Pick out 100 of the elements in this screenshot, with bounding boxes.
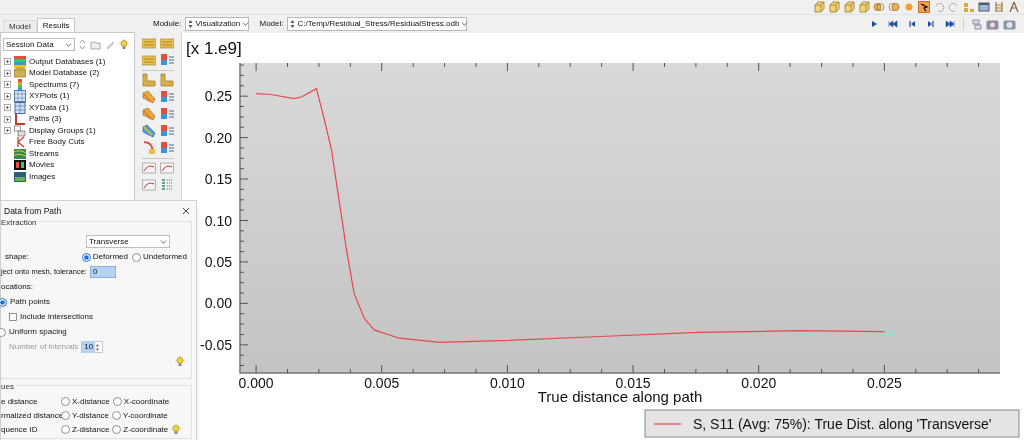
x-tick-label: 0.005 — [364, 375, 400, 391]
radio-button[interactable] — [61, 411, 70, 420]
tool-icon[interactable] — [142, 53, 156, 67]
tree-item[interactable]: Model Database (2) — [29, 67, 100, 80]
tool-icon[interactable] — [160, 124, 174, 138]
tool-icon[interactable] — [160, 178, 174, 192]
checkbox[interactable] — [9, 313, 17, 321]
overlapping-circles-icon[interactable] — [873, 1, 885, 13]
expand-icon[interactable] — [4, 69, 11, 77]
tool-icon[interactable] — [160, 36, 174, 50]
tree-item[interactable]: Streams — [29, 147, 59, 160]
expand-icon[interactable] — [4, 58, 11, 66]
y-tick-label: 0.10 — [204, 212, 232, 229]
module-dropdown[interactable]: Visualization — [185, 17, 250, 31]
y-tick-label: 0.20 — [204, 129, 232, 146]
tree-item[interactable]: Movies — [29, 159, 55, 172]
radio-button[interactable] — [112, 425, 122, 434]
tree-item[interactable]: Images — [29, 170, 56, 183]
caret-icon — [65, 41, 72, 48]
redo-icon[interactable] — [948, 1, 960, 13]
skip-to-start-icon[interactable] — [888, 19, 898, 29]
radio-button[interactable] — [131, 252, 141, 262]
tool-icon[interactable] — [142, 107, 156, 121]
overlapping-circles-icon[interactable] — [888, 1, 900, 13]
tool-icon[interactable] — [160, 73, 174, 87]
field-label: shape: — [4, 251, 31, 263]
cursor-icon[interactable] — [918, 1, 930, 13]
ladder-icon[interactable] — [993, 1, 1005, 13]
tool-icon[interactable] — [142, 124, 156, 138]
section-heading: Extraction — [1, 217, 39, 229]
radio-button[interactable] — [112, 397, 122, 406]
intervals-spinner: 10 — [81, 341, 104, 353]
lightbulb-icon[interactable] — [175, 356, 185, 367]
cube-icon[interactable] — [813, 1, 825, 13]
tool-icon[interactable] — [142, 90, 156, 104]
cube-icon[interactable] — [858, 1, 870, 13]
tool-icon[interactable] — [160, 107, 174, 121]
window-icon[interactable] — [978, 1, 990, 13]
tool-icon[interactable] — [142, 73, 156, 87]
lightbulb-icon[interactable] — [119, 39, 129, 50]
expand-icon[interactable] — [4, 81, 11, 89]
x-tick-label: 0.010 — [489, 375, 525, 391]
expand-icon[interactable] — [4, 115, 11, 123]
step-forward-icon[interactable] — [926, 19, 936, 29]
tool-icon[interactable] — [142, 178, 156, 192]
tree-item-icon — [14, 136, 26, 149]
radio-button[interactable] — [61, 425, 70, 434]
radio-button[interactable] — [81, 252, 91, 262]
pencil-icon[interactable] — [105, 39, 115, 50]
tree-item-icon — [14, 159, 26, 172]
scale-factor-label: [x 1.e9] — [186, 39, 242, 58]
tree-item[interactable]: Free Body Cuts — [29, 136, 85, 149]
panel-tab[interactable]: Model — [3, 20, 37, 32]
legend: S, S11 (Avg: 75%): True Dist. along 'Transverse' — [644, 409, 1020, 438]
tree-item[interactable]: Display Groups (1) — [29, 124, 96, 137]
cube-icon[interactable] — [843, 1, 855, 13]
tool-icon[interactable] — [142, 141, 156, 155]
radio-button[interactable] — [112, 411, 122, 420]
step-back-icon[interactable] — [907, 19, 917, 29]
folder-icon[interactable] — [90, 39, 101, 50]
tool-icon[interactable] — [142, 36, 156, 50]
x-axis-label: True distance along path — [537, 388, 703, 405]
tolerance-field[interactable]: 0 — [89, 266, 116, 278]
expand-icon[interactable] — [4, 104, 11, 112]
tool-icon[interactable] — [160, 90, 174, 104]
up-down-arrows-icon[interactable] — [79, 39, 86, 50]
radio-button[interactable] — [0, 297, 7, 307]
session-dropdown[interactable]: Session Data — [3, 38, 75, 51]
tool-icon[interactable] — [160, 161, 174, 175]
tree-item[interactable]: Spectrums (7) — [29, 78, 80, 91]
panel-tab[interactable]: Results — [36, 18, 76, 32]
tool-icon[interactable] — [142, 161, 156, 175]
close-icon[interactable] — [182, 207, 190, 215]
expand-icon[interactable] — [4, 92, 11, 100]
camera-icon[interactable] — [986, 18, 999, 30]
play-icon[interactable] — [869, 19, 879, 29]
cube-icon[interactable] — [828, 1, 840, 13]
y-tick-label: 0.05 — [204, 253, 232, 270]
radio-button[interactable] — [61, 397, 70, 406]
tool-icon[interactable] — [160, 53, 174, 67]
spin-arrows-icon — [290, 19, 296, 29]
tree-item[interactable]: XYPlots (1) — [29, 90, 70, 103]
tripod-icon[interactable] — [1008, 1, 1020, 13]
tree-item[interactable]: Paths (3) — [29, 113, 62, 126]
tree-item-icon — [14, 101, 26, 114]
tree-item[interactable]: Output Databases (1) — [29, 55, 106, 68]
model-dropdown[interactable]: C:/Temp/Residual_Stress/ResidualStress.odb — [287, 17, 468, 31]
field-label: Number of intervals — [9, 341, 79, 353]
radio-label: X-distance — [72, 395, 110, 408]
spin-arrows-icon — [95, 342, 101, 352]
lightbulb-icon[interactable] — [171, 424, 182, 435]
skip-to-end-icon[interactable] — [945, 19, 955, 29]
tree-item-icon — [14, 124, 26, 137]
tree-item[interactable]: XYData (1) — [29, 101, 69, 114]
radio-button[interactable] — [0, 327, 6, 337]
tool-icon[interactable] — [160, 141, 174, 155]
layers-icon[interactable] — [972, 18, 982, 30]
path-dropdown[interactable]: Transverse — [86, 235, 170, 248]
camera-icon[interactable] — [1003, 18, 1016, 30]
expand-icon[interactable] — [4, 127, 11, 135]
